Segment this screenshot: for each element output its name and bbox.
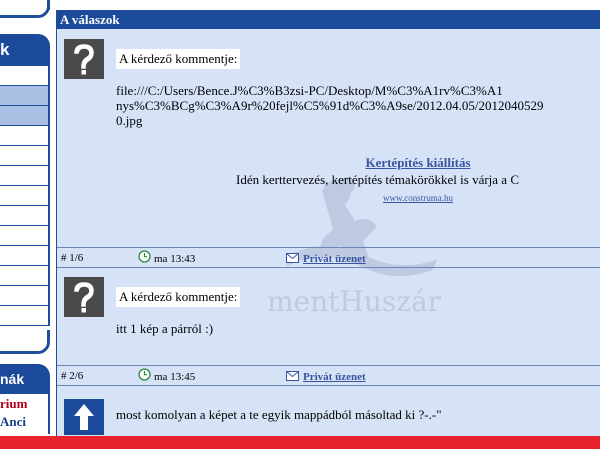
answer-post-body: A kérdező kommentje: itt 1 kép a párról …	[57, 267, 600, 336]
question-mark-avatar-icon	[64, 277, 104, 317]
page-root: k nák rium Anci A válaszok mentHuszár A …	[0, 0, 600, 449]
sidebar-menu-item[interactable]	[0, 166, 50, 186]
question-mark-icon	[74, 44, 94, 75]
sidebar-menu-item-active[interactable]	[0, 86, 50, 106]
clock-icon	[138, 368, 151, 381]
sidebar-box2-header: nák	[0, 364, 50, 394]
answer-time: ma 13:43	[154, 253, 196, 265]
answer-text: file:///C:/Users/Bence.J%C3%B3zsi-PC/Des…	[116, 83, 544, 128]
answer-number: # 1/6	[61, 252, 84, 264]
answer-text: most komolyan a képet a te egyik mappádb…	[116, 407, 442, 422]
bottom-red-bar	[0, 436, 600, 449]
answer-post-body: most komolyan a képet a te egyik mappádb…	[57, 385, 600, 435]
up-arrow-icon	[74, 404, 94, 430]
private-message-link[interactable]: Privát üzenet	[303, 367, 366, 387]
sidebar-link-anci[interactable]: Anci	[0, 413, 48, 431]
answer-content: A kérdező kommentje: itt 1 kép a párról …	[116, 277, 600, 336]
sidebar-top-curve	[0, 0, 50, 18]
envelope-icon	[286, 371, 299, 381]
clock-icon	[138, 250, 151, 263]
answer-text: itt 1 kép a párról :)	[116, 321, 214, 336]
sidebar-menu-item[interactable]	[0, 226, 50, 246]
asker-comment-label: A kérdező kommentje:	[116, 287, 241, 307]
envelope-icon	[286, 253, 299, 263]
sidebar-box-header: k	[0, 34, 50, 66]
sidebar-link-rium[interactable]: rium	[0, 395, 48, 413]
sidebar-menu-item[interactable]	[0, 206, 50, 226]
sidebar-menu-item[interactable]	[0, 266, 50, 286]
sidebar-menu-item[interactable]	[0, 306, 50, 326]
sidebar-top-box-end	[0, 0, 50, 18]
private-message-link[interactable]: Privát üzenet	[303, 249, 366, 269]
sidebar-box2-header-label: nák	[0, 371, 25, 387]
sidebar-menu-item[interactable]	[0, 286, 50, 306]
answers-panel: A válaszok mentHuszár A kérdező kommentj…	[56, 10, 600, 440]
sidebar-menu-item[interactable]	[0, 66, 50, 86]
question-mark-icon	[74, 282, 94, 313]
left-sidebar: k nák rium Anci	[0, 0, 50, 449]
sidebar-menu-item[interactable]	[0, 146, 50, 166]
answer-footer: # 2/6 ma 13:45 Privát üzenet	[57, 365, 600, 385]
answer-number: # 2/6	[61, 370, 84, 382]
answer-post: A kérdező kommentje: itt 1 kép a párról …	[57, 267, 600, 367]
answer-content: most komolyan a képet a te egyik mappádb…	[116, 407, 600, 422]
answer-post-body: A kérdező kommentje: file:///C:/Users/Be…	[57, 29, 600, 206]
sidebar-box-bottom	[0, 330, 50, 354]
sidebar-menu	[0, 66, 50, 326]
ad-url-link[interactable]: www.construma.hu	[383, 193, 453, 203]
sidebar-menu-item[interactable]	[0, 186, 50, 206]
ad-description: Idén kerttervezés, kertépítés témakörökk…	[236, 172, 519, 187]
ad-title-link[interactable]: Kertépítés kiállítás	[365, 155, 470, 170]
asker-comment-label: A kérdező kommentje:	[116, 49, 241, 69]
answer-post: most komolyan a képet a te egyik mappádb…	[57, 385, 600, 439]
answers-panel-title: A válaszok	[60, 12, 120, 27]
answer-post: A kérdező kommentje: file:///C:/Users/Be…	[57, 29, 600, 247]
sidebar-box2-body: rium Anci	[0, 394, 50, 434]
text-ad: Kertépítés kiállítás Idén kerttervezés, …	[236, 154, 598, 206]
sidebar-menu-item[interactable]	[0, 246, 50, 266]
up-arrow-avatar-icon	[64, 399, 104, 435]
question-mark-avatar-icon	[64, 39, 104, 79]
answers-panel-header: A válaszok	[57, 11, 600, 29]
answer-time: ma 13:45	[154, 371, 196, 383]
answer-footer: # 1/6 ma 13:43 Privát üzenet	[57, 247, 600, 267]
sidebar-menu-item[interactable]	[0, 126, 50, 146]
sidebar-menu-item-active[interactable]	[0, 106, 50, 126]
answer-content: A kérdező kommentje: file:///C:/Users/Be…	[116, 39, 600, 128]
sidebar-box-header-label: k	[0, 40, 10, 59]
